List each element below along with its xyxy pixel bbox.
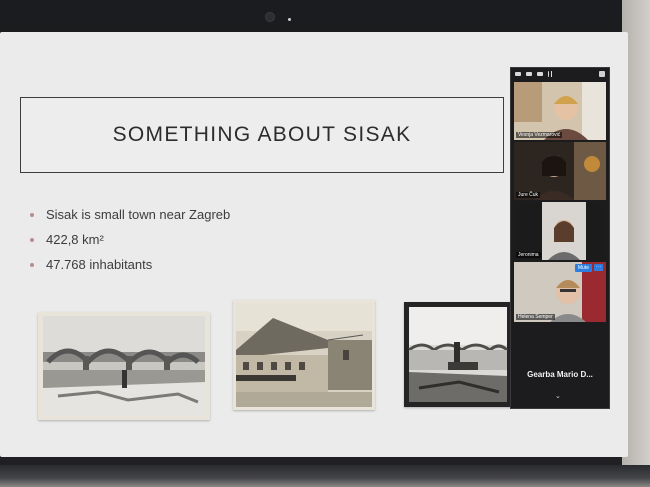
expand-icon[interactable] <box>599 71 605 77</box>
participant-name: Jure Čuk <box>516 192 541 198</box>
active-speaker-name[interactable]: Gearba Mario D... <box>511 370 609 379</box>
bullet-text: 422,8 km² <box>46 232 104 247</box>
webcam-icon <box>265 12 275 22</box>
bridge-photo <box>38 312 210 420</box>
bullet-list: Sisak is small town near Zagreb 422,8 km… <box>30 202 230 277</box>
river-photo <box>404 302 512 407</box>
zoom-toolbar <box>511 68 609 80</box>
bullet-text: 47.768 inhabitants <box>46 257 153 272</box>
participant-tile[interactable]: Jure Čuk <box>514 142 606 200</box>
view-option-icon[interactable] <box>515 72 521 76</box>
participant-tile[interactable]: Mute ··· Helena Semper <box>514 262 606 322</box>
bullet-dot-icon <box>30 262 34 267</box>
bullet-item: Sisak is small town near Zagreb <box>30 202 230 227</box>
bullet-item: 47.768 inhabitants <box>30 252 230 277</box>
view-option-icon[interactable] <box>537 72 543 76</box>
laptop-bottom-edge <box>0 465 650 487</box>
gallery-view-icon[interactable] <box>548 71 554 77</box>
bullet-dot-icon <box>30 237 34 242</box>
chevron-down-icon[interactable]: ⌄ <box>555 392 561 400</box>
participant-tile[interactable]: Jeronima <box>514 202 606 260</box>
bullet-dot-icon <box>30 212 34 217</box>
bullet-text: Sisak is small town near Zagreb <box>46 207 231 222</box>
mute-button[interactable]: Mute <box>574 264 592 272</box>
more-options-button[interactable]: ··· <box>594 264 603 271</box>
participant-name: Helena Semper <box>516 314 555 320</box>
slide-title: SOMETHING ABOUT SISAK <box>112 123 412 146</box>
participant-tile[interactable]: Vesnja Vezmarović <box>514 82 606 140</box>
view-option-icon[interactable] <box>526 72 532 76</box>
slide-title-box: SOMETHING ABOUT SISAK <box>20 97 504 173</box>
participant-name: Vesnja Vezmarović <box>516 132 563 138</box>
bullet-item: 422,8 km² <box>30 227 230 252</box>
participant-name: Jeronima <box>516 252 541 258</box>
webcam-indicator <box>288 18 291 21</box>
zoom-gallery-panel: Vesnja Vezmarović Jure Čuk Jeronima Mute… <box>510 67 610 409</box>
street-photo <box>233 300 375 410</box>
